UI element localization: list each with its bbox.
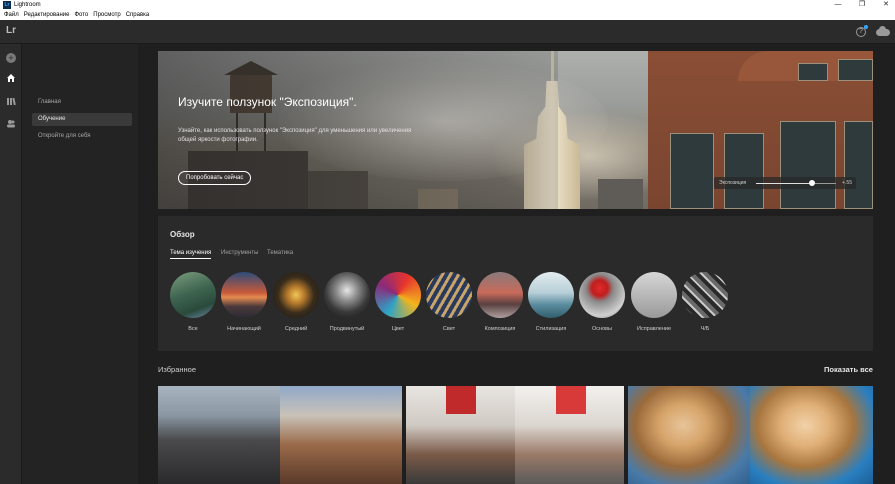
topic-label: Исправление (636, 326, 672, 332)
subnav-item-home[interactable]: Главная (32, 96, 132, 109)
topic-color[interactable]: Цвет (373, 272, 423, 332)
overview-panel: Обзор Тема изучения Инструменты Тематика… (158, 216, 873, 351)
overview-title: Обзор (170, 230, 195, 239)
app-header: Lr ? (0, 20, 895, 44)
topic-label: Средний (284, 326, 308, 332)
left-rail: + (0, 44, 22, 484)
subnav-item-discover[interactable]: Откройте для себя (32, 130, 132, 143)
topic-beginner[interactable]: Начинающий (219, 272, 269, 332)
topic-intermediate[interactable]: Средний (271, 272, 321, 332)
maximize-button[interactable]: ❐ (855, 0, 869, 10)
card-detail (556, 386, 586, 414)
tab-tools[interactable]: Инструменты (221, 248, 258, 258)
tab-subject[interactable]: Тематика (267, 248, 293, 258)
cloud-sync-icon[interactable] (876, 26, 890, 36)
topic-label: Ч/Б (700, 326, 710, 332)
topic-beginner-image (221, 272, 267, 318)
building-mid-2 (598, 179, 643, 209)
try-now-button[interactable]: Попробовать сейчас (178, 171, 252, 185)
people-icon[interactable] (5, 118, 17, 130)
topic-advanced[interactable]: Продвинутый (322, 272, 372, 332)
minimize-button[interactable]: — (831, 0, 845, 10)
learn-subnav: Главная Обучение Откройте для себя (22, 44, 138, 484)
card-after-image (750, 386, 873, 484)
topic-all[interactable]: Все (168, 272, 218, 332)
exposure-slider-label: Экспозиция (719, 180, 747, 186)
close-button[interactable]: ✕ (879, 0, 893, 10)
menu-view[interactable]: Просмотр (93, 10, 120, 20)
exposure-slider-thumb[interactable] (809, 180, 815, 186)
featured-card-landscape[interactable] (158, 386, 402, 484)
topic-basics-image (579, 272, 625, 318)
menu-bar: Файл Редактирование Фото Просмотр Справк… (0, 10, 895, 20)
help-icon[interactable]: ? (856, 25, 868, 37)
building-window (844, 121, 873, 209)
topic-fix[interactable]: Исправление (629, 272, 679, 332)
topic-fix-image (631, 272, 677, 318)
featured-card-portrait[interactable] (628, 386, 873, 484)
topic-bw[interactable]: Ч/Б (680, 272, 730, 332)
topic-bw-image (682, 272, 728, 318)
hero-title: Изучите ползунок "Экспозиция". (178, 95, 357, 109)
menu-help[interactable]: Справка (126, 10, 150, 20)
hero-description: Узнайте, как использовать ползунок "Эксп… (178, 128, 412, 143)
hero-banner: Изучите ползунок "Экспозиция". Узнайте, … (158, 51, 873, 209)
topic-label: Продвинутый (329, 326, 365, 332)
main-content: Изучите ползунок "Экспозиция". Узнайте, … (138, 44, 895, 484)
building-window (724, 133, 764, 209)
window-title-bar: Lr Lightroom — ❐ ✕ (0, 0, 895, 10)
card-after-image (280, 386, 402, 484)
topic-color-image (375, 272, 421, 318)
topic-composition-image (477, 272, 523, 318)
topic-label: Основы (592, 326, 612, 332)
card-before-image (158, 386, 280, 484)
exposure-slider-value: +.55 (842, 180, 852, 186)
card-detail (446, 386, 476, 414)
add-photo-icon[interactable]: + (6, 53, 16, 63)
library-icon[interactable] (5, 96, 17, 108)
building-window (798, 63, 828, 81)
notification-dot (864, 25, 868, 29)
topic-label: Стилизация (535, 326, 567, 332)
topic-stylization-image (528, 272, 574, 318)
featured-title: Избранное (158, 365, 197, 374)
topic-advanced-image (324, 272, 370, 318)
topic-basics[interactable]: Основы (577, 272, 627, 332)
menu-file[interactable]: Файл (4, 10, 19, 20)
topic-label: Начинающий (227, 326, 261, 332)
exposure-slider-fill (756, 183, 812, 184)
lightroom-logo-icon: Lr (3, 1, 11, 9)
topic-label: Все (188, 326, 198, 332)
topic-all-image (170, 272, 216, 318)
building-window (780, 121, 836, 209)
topic-composition[interactable]: Композиция (475, 272, 525, 332)
window-title: Lightroom (14, 2, 41, 8)
topic-label: Свет (442, 326, 456, 332)
app-logo: Lr (6, 25, 16, 36)
topic-label: Цвет (391, 326, 405, 332)
subnav-item-learn[interactable]: Обучение (32, 113, 132, 126)
topic-label: Композиция (484, 326, 516, 332)
card-before-image (628, 386, 750, 484)
exposure-slider[interactable]: Экспозиция +.55 (714, 177, 856, 189)
show-all-link[interactable]: Показать все (824, 365, 873, 374)
home-icon[interactable] (5, 73, 17, 85)
topic-intermediate-image (273, 272, 319, 318)
building-window (838, 59, 873, 81)
building-window (670, 133, 714, 209)
tab-learning-topic[interactable]: Тема изучения (170, 248, 212, 259)
featured-card-knife[interactable] (406, 386, 624, 484)
menu-edit[interactable]: Редактирование (24, 10, 70, 20)
topic-light[interactable]: Свет (424, 272, 474, 332)
topic-light-image (426, 272, 472, 318)
topic-stylization[interactable]: Стилизация (526, 272, 576, 332)
menu-photo[interactable]: Фото (74, 10, 88, 20)
